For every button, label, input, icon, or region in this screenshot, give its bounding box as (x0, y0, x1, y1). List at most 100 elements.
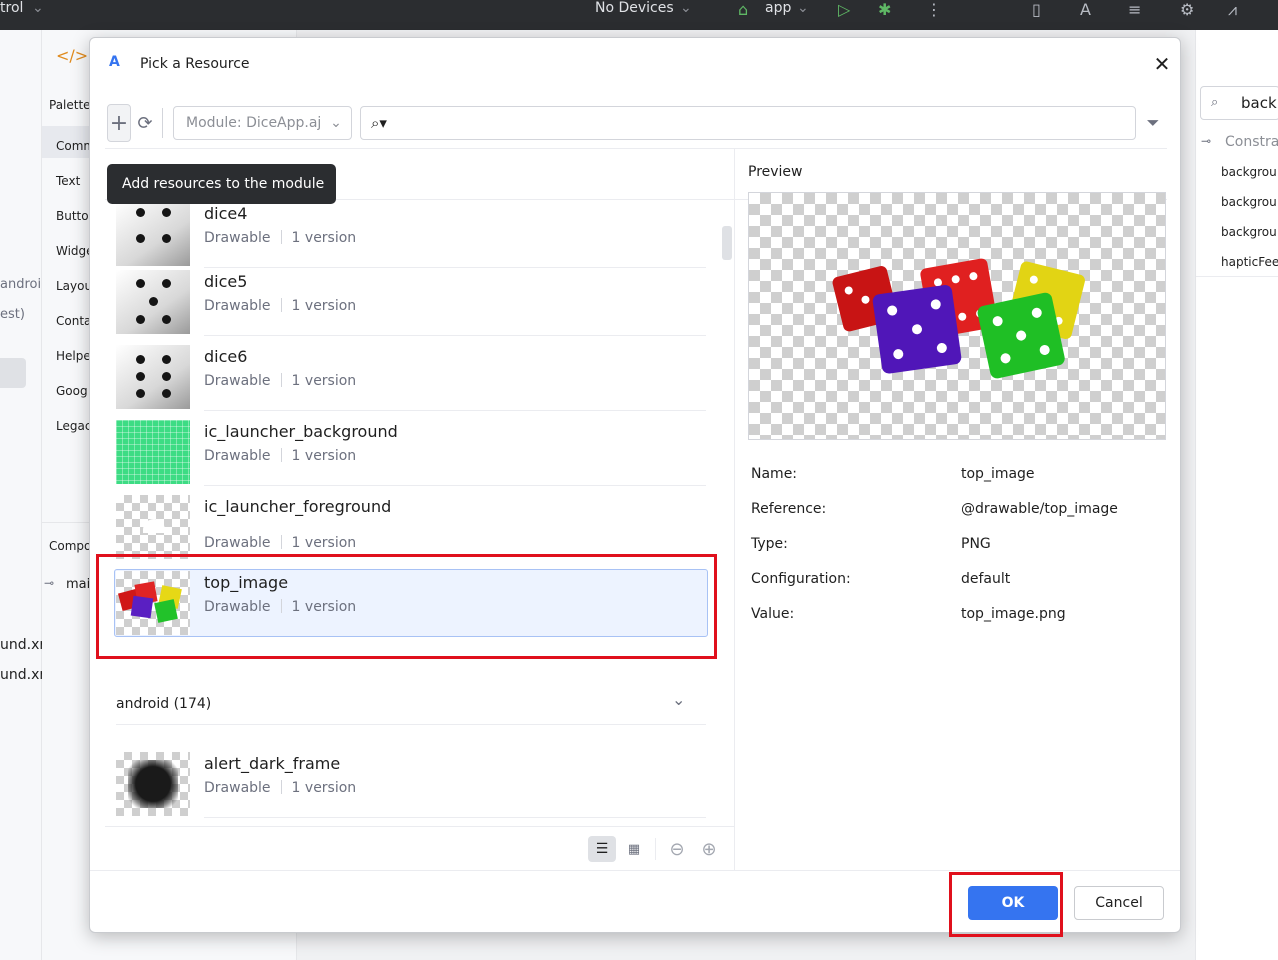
attribute-row[interactable]: backgrou (1221, 165, 1277, 179)
more-icon[interactable]: ⋮ (926, 0, 942, 19)
zoom-out-button[interactable]: ⊖ (664, 836, 690, 862)
resource-meta: Drawable 1 version (204, 230, 357, 246)
zoom-out-icon: ⊖ (669, 838, 685, 860)
palette-item[interactable]: Butto (56, 209, 89, 223)
device-selector[interactable]: No Devices (595, 0, 674, 16)
zoom-in-icon: ⊕ (701, 838, 717, 860)
grid-icon: ▦ (627, 841, 641, 857)
palette-item[interactable]: Layou (56, 279, 92, 293)
resource-meta: Drawable 1 version (204, 298, 357, 314)
property-value: PNG (961, 536, 991, 552)
toolbar-separator (655, 838, 656, 860)
debug-icon[interactable]: ✱ (878, 0, 891, 19)
left-cut-text: est) (0, 307, 25, 322)
list-view-button[interactable]: ☰ (588, 836, 616, 862)
list-item-selected[interactable]: top_image Drawable 1 version (116, 571, 706, 637)
android-section-header[interactable]: android (174) (116, 696, 211, 712)
preview-image (748, 192, 1166, 440)
resource-thumbnail (116, 345, 190, 409)
resource-name: top_image (204, 573, 289, 592)
device-manager-icon[interactable]: ▯ (1032, 0, 1041, 19)
add-resource-button[interactable]: + (107, 104, 131, 142)
module-select-value: Module: DiceApp.aj (186, 115, 320, 131)
chevron-down-icon[interactable]: ⌄ (797, 0, 809, 16)
property-value: top_image.png (961, 606, 1066, 622)
property-label: Name: (751, 466, 798, 482)
code-icon[interactable]: </> (56, 46, 88, 65)
component-tree-item[interactable]: mai (66, 577, 90, 592)
run-config-selector[interactable]: app (765, 0, 791, 16)
resource-name: alert_dark_frame (204, 754, 341, 773)
zoom-in-button[interactable]: ⊕ (696, 836, 722, 862)
palette-item[interactable]: Text (56, 174, 80, 188)
ok-button[interactable]: OK (968, 886, 1058, 920)
palette-item[interactable]: Widge (56, 244, 94, 258)
resource-name: ic_launcher_background (204, 422, 398, 441)
android-icon: ⌂ (738, 0, 749, 19)
resource-meta: Drawable 1 version (204, 535, 357, 551)
list-item[interactable]: dice6 Drawable 1 version (116, 345, 706, 411)
resource-thumbnail (116, 202, 190, 266)
search-icon: ⌕▾ (371, 114, 387, 132)
list-footer-divider (105, 826, 734, 827)
layout-icon[interactable]: ≡ (1128, 0, 1141, 19)
close-icon[interactable]: ✕ (1150, 52, 1174, 76)
list-scrollbar[interactable] (722, 226, 732, 260)
resource-name: dice5 (204, 272, 248, 291)
grid-view-button[interactable]: ▦ (620, 836, 648, 862)
left-cut-text: androi (0, 277, 42, 292)
resource-meta: Drawable 1 version (204, 373, 357, 389)
constraint-icon: ⊸ (1201, 134, 1212, 148)
property-label: Type: (751, 536, 788, 552)
chevron-down-icon[interactable]: ⌄ (32, 0, 44, 16)
list-item[interactable]: alert_dark_frame Drawable 1 version (116, 752, 706, 818)
profiler-icon[interactable]: ⩘ (1228, 0, 1237, 19)
pane-divider (734, 148, 735, 870)
section-divider (116, 724, 706, 725)
ide-left-pane: androi est) und.xr und.xm (0, 30, 53, 960)
module-select[interactable]: Module: DiceApp.aj ⌄ (173, 106, 352, 140)
toolbar-text: trol (0, 0, 24, 16)
palette-item[interactable]: Legac (56, 419, 91, 433)
resource-thumbnail (116, 571, 190, 635)
palette-item[interactable]: Goog (56, 384, 88, 398)
resource-meta: Drawable 1 version (204, 780, 357, 796)
list-item[interactable]: ic_launcher_foreground Drawable 1 version (116, 495, 706, 561)
android-studio-icon: A (109, 54, 120, 70)
palette-item[interactable]: Helpe (56, 349, 91, 363)
attribute-search-value: back (1241, 94, 1277, 112)
chevron-down-icon[interactable]: ⌄ (672, 690, 685, 709)
attribute-row[interactable]: backgrou (1221, 225, 1277, 239)
pick-resource-dialog: A Pick a Resource ✕ + ⟳ Module: DiceApp.… (89, 37, 1181, 933)
preview-title: Preview (748, 164, 803, 180)
chevron-down-icon[interactable]: ⌄ (680, 0, 692, 16)
dice-preview (832, 258, 1085, 379)
cancel-button[interactable]: Cancel (1074, 886, 1164, 920)
settings-icon[interactable]: ⚙ (1180, 0, 1194, 19)
resource-meta: Drawable 1 version (204, 448, 357, 464)
property-label: Value: (751, 606, 795, 622)
attribute-row[interactable]: hapticFee (1221, 255, 1278, 269)
resource-meta: Drawable 1 version (204, 599, 357, 615)
resource-thumbnail (116, 270, 190, 334)
left-cut-text: und.xr (0, 637, 46, 653)
constraint-icon: ⊸ (44, 576, 55, 590)
attributes-panel: ⌕ back ⊸ Constrai backgrou backgrou back… (1195, 30, 1278, 960)
list-item[interactable]: ic_launcher_background Drawable 1 version (116, 420, 706, 486)
ide-toolbar: trol ⌄ No Devices ⌄ ⌂ app ⌄ ▷ ✱ ⋮ ▯ A ≡ … (0, 0, 1278, 30)
attribute-row[interactable]: backgrou (1221, 195, 1277, 209)
resource-search[interactable]: ⌕▾ (360, 106, 1136, 140)
palette-item[interactable]: Conta (56, 314, 91, 328)
run-icon[interactable]: ▷ (838, 0, 850, 19)
left-selection (0, 358, 26, 388)
search-input[interactable] (392, 115, 1093, 131)
resource-thumbnail (116, 420, 190, 484)
attribute-search[interactable]: ⌕ back (1200, 86, 1278, 120)
list-item[interactable]: dice4 Drawable 1 version (116, 202, 706, 268)
dice-image (117, 581, 182, 623)
list-item[interactable]: dice5 Drawable 1 version (116, 270, 706, 336)
plus-icon: + (109, 110, 129, 136)
translate-icon[interactable]: A (1080, 0, 1091, 19)
filter-icon[interactable]: ⏷ (1142, 111, 1164, 135)
refresh-icon[interactable]: ⟳ (133, 111, 157, 135)
